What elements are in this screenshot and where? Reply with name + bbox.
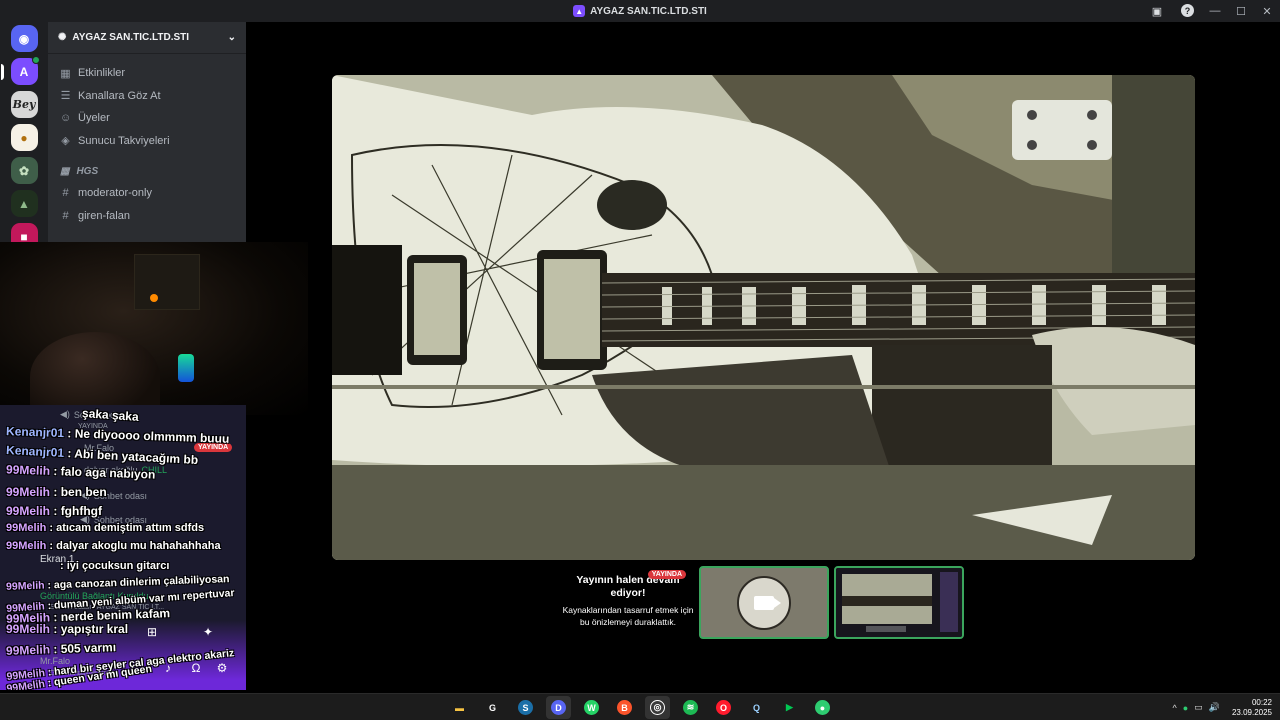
screen-preview-tile[interactable] <box>834 566 964 639</box>
channel-label: giren-falan <box>78 209 130 222</box>
menu-browse-channels[interactable]: ☰ Kanallara Göz At <box>48 85 246 108</box>
channel-list: ▦ Etkinlikler ☰ Kanallara Göz At ☺ Üyeler ◈… <box>48 54 246 227</box>
steam-icon[interactable]: S <box>513 696 538 719</box>
chat-message: 99Melih : ben ben <box>6 485 107 499</box>
tray-status-icon[interactable]: ● <box>1183 703 1188 713</box>
gamepad-icon[interactable]: ⊞ <box>140 623 164 641</box>
app-circle-icon[interactable]: ● <box>810 696 835 719</box>
hash-icon: # <box>62 187 69 200</box>
server-header[interactable]: ✺ AYGAZ SAN.TIC.LTD.STI ⌄ <box>48 22 246 54</box>
channel-sidebar: ✺ AYGAZ SAN.TIC.LTD.STI ⌄ ▦ Etkinlikler ☰… <box>48 22 246 242</box>
chevron-down-icon[interactable]: ⌄ <box>228 32 236 43</box>
window-title-text: AYGAZ SAN.TIC.LTD.STI <box>590 5 707 17</box>
server-icon-7[interactable]: ■ <box>10 223 38 242</box>
category-hgs[interactable]: ▦ HGS <box>48 160 246 182</box>
clock-time: 00:22 <box>1251 697 1272 707</box>
chat-message: 99Melih : atıcam demiştim attım sdfds <box>6 522 205 534</box>
paused-description: Kaynaklarından tasarruf etmek için bu ön… <box>562 605 694 627</box>
camera-preview-tile[interactable] <box>699 566 829 639</box>
server-icon-5[interactable]: ✿ <box>10 157 38 184</box>
window-controls: — ☐ ✕ <box>1202 0 1280 22</box>
webcam-light-dot <box>150 294 158 302</box>
menu-server-boosts[interactable]: ◈ Sunucu Takviyeleri <box>48 130 246 153</box>
volume-icon[interactable]: 🔊 <box>1209 702 1220 713</box>
hash-icon: # <box>62 209 69 222</box>
activity-icon[interactable]: ✦ <box>196 623 220 641</box>
menu-label: Üyeler <box>78 112 110 125</box>
webcam-lamp <box>178 354 194 382</box>
preview-paused-notice: YAYINDA Yayının halen devam ediyor! Kayn… <box>560 570 696 628</box>
stream-video[interactable] <box>332 75 1195 560</box>
menu-members[interactable]: ☺ Üyeler <box>48 107 246 130</box>
brave-icon[interactable]: B <box>612 696 637 719</box>
speaker-icon: ◀) <box>60 409 70 419</box>
server-icon-4[interactable]: ● <box>10 124 38 151</box>
webcam-window-shape <box>134 254 200 310</box>
channel-giren-falan[interactable]: # giren-falan <box>48 205 246 228</box>
help-icon[interactable]: ? <box>1181 4 1194 17</box>
taskbar-apps: ▬ G S D W B ◎ ≋ O Q ▶ ● <box>447 696 835 719</box>
server-badge-icon: ✺ <box>58 32 67 43</box>
server-icon-bey[interactable]: Bey <box>10 91 38 118</box>
obs-icon[interactable]: ◎ <box>645 696 670 719</box>
server-logo-icon: ▲ <box>573 5 586 17</box>
title-icons: ▣ ? <box>1149 3 1194 19</box>
chat-message: : iyi çocuksun gitarcı <box>60 560 170 572</box>
menu-label: Sunucu Takviyeleri <box>78 134 170 147</box>
menu-label: Kanallara Göz At <box>78 89 161 102</box>
category-icon: ▦ <box>60 165 70 177</box>
network-icon[interactable]: ▭ <box>1194 702 1203 713</box>
webcam-person <box>30 332 160 415</box>
discord-app: ▲ AYGAZ SAN.TIC.LTD.STI ▣ ? — ☐ ✕ ◉ A Be… <box>0 0 1280 720</box>
opera-icon[interactable]: O <box>711 696 736 719</box>
screen-preview-thumbnail <box>836 568 962 637</box>
chat-message: şaka şaka <box>81 406 140 424</box>
members-icon: ☺ <box>60 112 72 125</box>
chat-message: 99Melih : dalyar akoglu mu hahahahhaha <box>6 540 221 552</box>
app-play-icon[interactable]: ▶ <box>777 696 802 719</box>
close-button[interactable]: ✕ <box>1254 0 1280 22</box>
webcam-overlay <box>0 242 308 415</box>
discord-icon[interactable]: D <box>546 696 571 719</box>
server-icon-aygaz[interactable]: A <box>0 56 40 85</box>
clock[interactable]: 00:22 23.09.2025 <box>1232 698 1272 718</box>
boost-icon: ◈ <box>61 135 70 148</box>
tray-chevron-icon[interactable]: ^ <box>1173 703 1177 713</box>
overlay-panel: ◀) Sohbet odası YAYINDA Mr.Falo YAYINDA d… <box>0 405 246 690</box>
app-q-icon[interactable]: Q <box>744 696 769 719</box>
browse-channels-icon: ☰ <box>60 90 71 103</box>
minimize-button[interactable]: — <box>1202 0 1228 22</box>
guitar-video-frame <box>332 75 1195 560</box>
taskbar: ▬ G S D W B ◎ ≋ O Q ▶ ● ^ ● ▭ 🔊 00:22 23… <box>0 693 1280 720</box>
server-rail: ◉ A Bey ● ✿ ▲ ■ <box>0 22 48 242</box>
chat-message: 99Melih : yapıştır kral <box>6 622 129 636</box>
title-bar: ▲ AYGAZ SAN.TIC.LTD.STI ▣ ? — ☐ ✕ <box>0 0 1280 22</box>
file-explorer-icon[interactable]: ▬ <box>447 696 472 719</box>
chat-message: Kenanjr01 : Ne diyoooo olmmmm buuu <box>5 424 230 446</box>
chat-message: 99Melih : fghfhgf <box>6 504 102 518</box>
direct-messages-icon[interactable]: ◉ <box>10 25 38 52</box>
window-title: ▲ AYGAZ SAN.TIC.LTD.STI <box>573 5 707 17</box>
category-label: HGS <box>76 165 99 177</box>
channel-moderator-only[interactable]: # moderator-only <box>48 182 246 205</box>
whatsapp-icon[interactable]: W <box>579 696 604 719</box>
video-camera-icon <box>754 595 781 610</box>
system-tray: ^ ● ▭ 🔊 00:22 23.09.2025 <box>1173 694 1280 720</box>
spotify-icon[interactable]: ≋ <box>678 696 703 719</box>
calendar-icon: ▦ <box>60 67 71 80</box>
avatar <box>737 575 791 630</box>
menu-label: Etkinlikler <box>78 67 126 80</box>
server-name: AYGAZ SAN.TIC.LTD.STI <box>72 32 190 43</box>
settings-gear-icon[interactable]: ⚙ <box>212 659 232 677</box>
live-badge: YAYINDA <box>647 570 686 579</box>
notification-dot <box>31 56 40 64</box>
channel-label: moderator-only <box>78 187 152 200</box>
server-icon-6[interactable]: ▲ <box>10 190 38 217</box>
maximize-button[interactable]: ☐ <box>1228 0 1254 22</box>
clock-date: 23.09.2025 <box>1231 707 1272 717</box>
menu-events[interactable]: ▦ Etkinlikler <box>48 62 246 85</box>
g-app-icon[interactable]: G <box>480 696 505 719</box>
inbox-icon[interactable]: ▣ <box>1149 3 1165 19</box>
